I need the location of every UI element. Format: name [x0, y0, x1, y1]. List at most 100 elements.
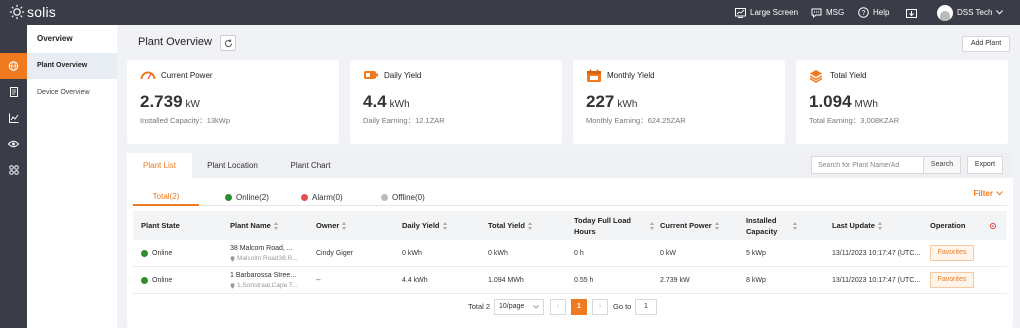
sort-icon[interactable]: [273, 221, 279, 230]
location-pin-icon: [230, 282, 235, 289]
next-page-button[interactable]: ›: [592, 299, 608, 315]
prev-page-button[interactable]: ‹: [550, 299, 566, 315]
tab-plant-chart[interactable]: Plant Chart: [273, 153, 348, 178]
search-button[interactable]: Search: [923, 156, 961, 174]
column-header[interactable]: Installed Capacity: [746, 211, 826, 240]
filter-button[interactable]: Filter: [973, 189, 1003, 198]
card-title: Monthly Yield: [607, 71, 655, 80]
page-size-select[interactable]: 10/page: [494, 299, 544, 315]
card-current-power: Current Power 2.739 kW Installed Capacity…: [127, 60, 339, 144]
alarm-dot-icon: [301, 194, 308, 201]
current-power-cell: 2.739 kW: [660, 277, 690, 284]
column-header[interactable]: Plant Name: [230, 211, 279, 240]
column-header[interactable]: Daily Yield: [402, 211, 448, 240]
svg-text:?: ?: [862, 10, 866, 17]
column-header[interactable]: Today Full Load Hours: [574, 211, 654, 240]
card-monthly-yield: Monthly Yield 227 kWh Monthly Earning：624…: [573, 60, 785, 144]
sidebar-item-device-overview[interactable]: Device Overview: [27, 80, 117, 106]
sidebar-header: Overview: [37, 34, 73, 43]
message-icon: [811, 8, 822, 18]
sort-icon[interactable]: [714, 221, 720, 230]
user-menu[interactable]: DSS Tech: [937, 0, 1004, 25]
card-title: Daily Yield: [384, 71, 422, 80]
rail-overview-button[interactable]: [0, 53, 27, 79]
card-value: 227 kWh: [586, 92, 638, 111]
column-header[interactable]: Last Update: [832, 211, 883, 240]
card-subtext: Daily Earning：12.1ZAR: [363, 116, 445, 125]
full-load-hours-cell: 0.55 h: [574, 277, 594, 284]
rail-apps-button[interactable]: [0, 157, 27, 183]
table-row: Online 1 Barbarossa Stree... 1,Sonstraal…: [133, 267, 1007, 294]
goto-page-input[interactable]: 1: [635, 299, 657, 315]
status-tab-label: Offline(0): [392, 193, 425, 202]
document-icon: [9, 87, 18, 97]
column-header[interactable]: Total Yield: [488, 211, 533, 240]
eye-icon: [8, 140, 19, 148]
online-dot-icon: [141, 277, 148, 284]
sort-icon[interactable]: [342, 221, 347, 230]
tab-plant-location[interactable]: Plant Location: [192, 153, 273, 178]
rail-monitor-button[interactable]: [0, 131, 27, 157]
battery-icon: [364, 71, 378, 79]
logo-text: solis: [27, 4, 57, 20]
search-input[interactable]: [811, 156, 924, 174]
card-title: Current Power: [161, 71, 213, 80]
calendar-icon: [587, 69, 601, 82]
goto-label: Go to: [613, 302, 632, 311]
tab-plant-list[interactable]: Plant List: [127, 153, 192, 178]
rail-documents-button[interactable]: [0, 79, 27, 105]
status-tab-offline[interactable]: Offline(0): [381, 189, 425, 206]
monitor-chart-icon: [735, 7, 746, 18]
status-tab-label: Total(2): [152, 192, 180, 201]
main-content: Plant Overview Add Plant Current Power 2…: [117, 25, 1020, 328]
sidebar: Overview Plant Overview Device Overview: [27, 25, 117, 328]
card-daily-yield: Daily Yield 4.4 kWh Daily Earning：12.1ZAR: [350, 60, 562, 144]
owner-cell: --: [316, 277, 321, 284]
page-1-button[interactable]: 1: [571, 299, 587, 315]
card-subtext: Monthly Earning：624.25ZAR: [586, 116, 686, 125]
sort-icon[interactable]: [649, 221, 655, 230]
current-power-cell: 0 kW: [660, 250, 676, 257]
location-pin-icon: [230, 255, 235, 262]
card-value: 2.739 kW: [140, 92, 200, 111]
status-tab-alarm[interactable]: Alarm(0): [301, 189, 343, 206]
status-tab-total[interactable]: Total(2): [133, 189, 199, 206]
chevron-down-icon: [996, 10, 1004, 15]
help-link[interactable]: ? Help: [858, 0, 889, 25]
column-header[interactable]: Owner: [316, 211, 347, 240]
daily-yield-cell: 4.4 kWh: [402, 277, 428, 284]
plant-address: 1,Sonstraal,Cape T...: [230, 282, 298, 289]
rail-analytics-button[interactable]: [0, 105, 27, 131]
msg-link[interactable]: MSG: [811, 0, 844, 25]
sort-icon[interactable]: [793, 221, 798, 230]
plant-name-cell[interactable]: 38 Malcom Road, ... Malcolm Road38,R...: [230, 240, 314, 267]
user-name: DSS Tech: [957, 8, 993, 17]
help-icon: ?: [858, 7, 869, 18]
apps-grid-icon: [8, 165, 19, 175]
export-button[interactable]: Export: [967, 156, 1003, 174]
plant-name[interactable]: 38 Malcom Road, ...: [230, 245, 293, 252]
table-header: Plant State Plant Name Owner Daily Yield…: [133, 211, 1007, 240]
plant-name-cell[interactable]: 1 Barbarossa Stree... 1,Sonstraal,Cape T…: [230, 267, 314, 294]
column-header[interactable]: Current Power: [660, 211, 720, 240]
favorites-button[interactable]: Favorites: [930, 272, 974, 288]
status-tab-online[interactable]: Online(2): [225, 189, 269, 206]
column-settings-button[interactable]: [989, 211, 997, 240]
msg-label: MSG: [826, 8, 845, 17]
add-plant-button[interactable]: Add Plant: [962, 36, 1010, 52]
sort-icon[interactable]: [442, 221, 448, 230]
sidebar-item-plant-overview[interactable]: Plant Overview: [27, 53, 117, 79]
line-chart-icon: [8, 113, 18, 123]
sort-icon[interactable]: [527, 221, 533, 230]
favorites-button[interactable]: Favorites: [930, 245, 974, 261]
download-button[interactable]: [906, 0, 917, 25]
sun-logo-icon: [9, 4, 25, 20]
large-screen-link[interactable]: Large Screen: [735, 0, 798, 25]
refresh-button[interactable]: [220, 35, 236, 51]
offline-dot-icon: [381, 194, 388, 201]
sort-icon[interactable]: [877, 221, 883, 230]
column-header: Plant State: [141, 221, 180, 230]
plant-name[interactable]: 1 Barbarossa Stree...: [230, 272, 296, 279]
download-box-icon: [906, 8, 917, 18]
solis-logo[interactable]: solis: [9, 4, 56, 20]
